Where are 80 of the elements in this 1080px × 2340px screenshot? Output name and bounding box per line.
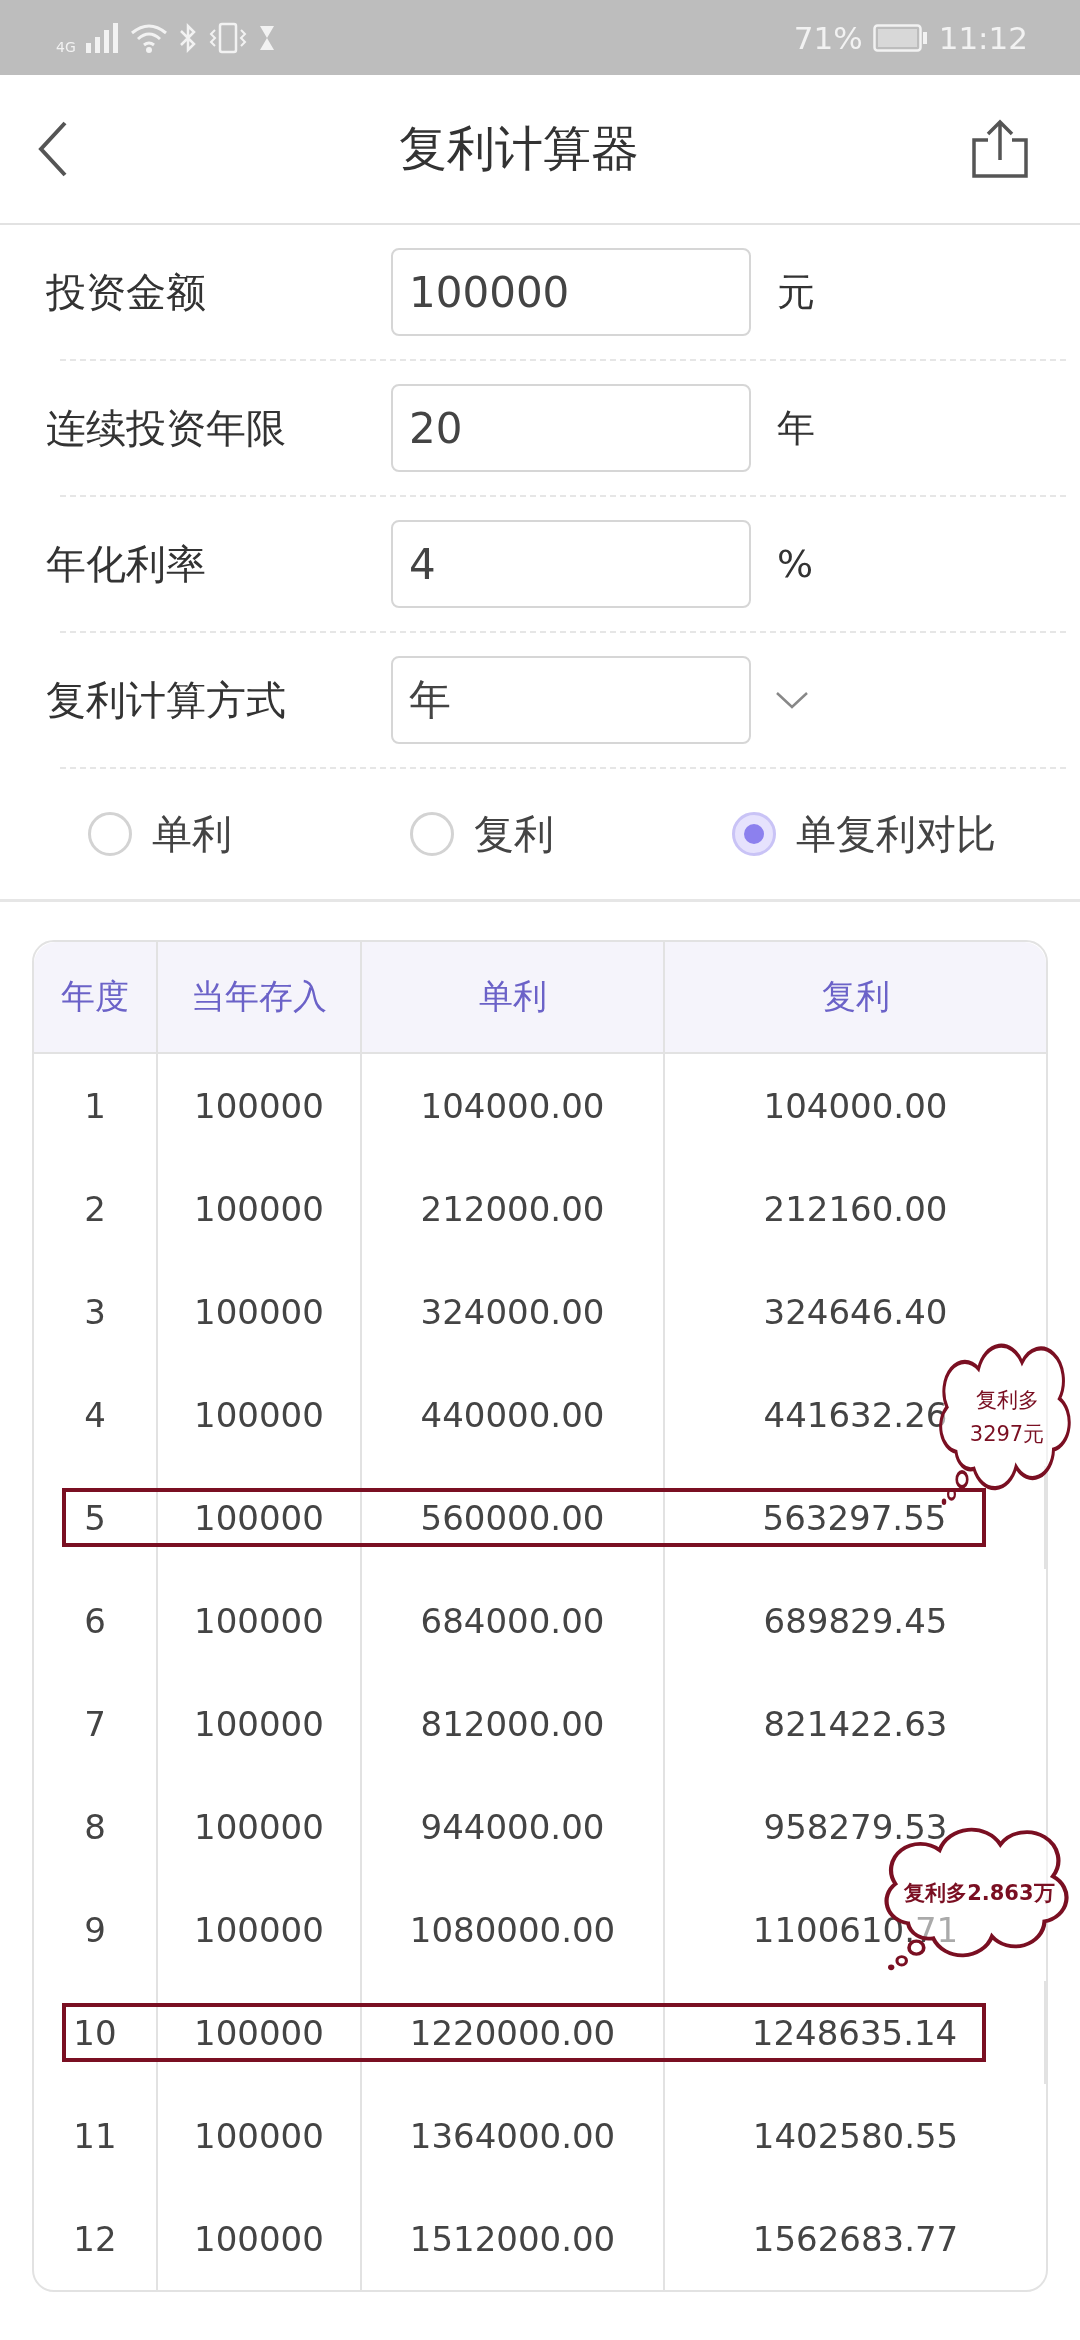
table-cell: 100000	[194, 1909, 324, 1950]
callout-text: 复利多	[975, 1386, 1039, 1414]
table-cell: 324000.00	[420, 1291, 605, 1332]
table-cell: 2	[84, 1188, 106, 1229]
table-cell: 324646.40	[763, 1291, 948, 1332]
field-label: 投资金额	[46, 267, 207, 317]
table-cell: 8	[84, 1806, 106, 1847]
table-cell: 1220000.00	[409, 2012, 616, 2053]
column-header: 年度	[34, 942, 158, 1052]
table-cell: 6	[84, 1600, 106, 1641]
share-icon[interactable]	[970, 118, 1030, 180]
column-header: 当年存入	[158, 942, 362, 1052]
table-cell: 1364000.00	[409, 2115, 616, 2156]
unit-label: %	[777, 542, 814, 586]
vibrate-icon	[207, 21, 248, 54]
table-cell: 958279.53	[763, 1806, 948, 1847]
select-field[interactable]: 年	[391, 656, 751, 744]
table-cell: 944000.00	[420, 1806, 605, 1847]
table-cell: 440000.00	[420, 1394, 605, 1435]
wifi-icon	[129, 22, 168, 53]
table-cell: 100000	[194, 1291, 324, 1332]
signal-icon	[85, 22, 120, 53]
table-cell: 684000.00	[420, 1600, 605, 1641]
table-cell: 1402580.55	[752, 2115, 959, 2156]
back-icon[interactable]	[38, 121, 68, 177]
input-field[interactable]: 4	[391, 520, 751, 608]
field-label: 复利计算方式	[46, 675, 287, 725]
page-title: 复利计算器	[399, 119, 639, 178]
table-cell: 821422.63	[763, 1703, 948, 1744]
table-cell: 100000	[194, 1188, 324, 1229]
field-label: 连续投资年限	[46, 403, 287, 453]
radio-label[interactable]: 复利	[474, 806, 554, 862]
input-field[interactable]: 20	[391, 384, 751, 472]
table-cell: 100000	[194, 2012, 324, 2053]
table-cell: 212160.00	[763, 1188, 948, 1229]
callout-text: 复利多2.863万	[904, 1879, 1055, 1907]
table-cell: 100000	[194, 1394, 324, 1435]
battery-icon	[872, 23, 929, 52]
table-cell: 104000.00	[420, 1085, 605, 1126]
table-cell: 100000	[194, 1497, 324, 1538]
table-cell: 560000.00	[420, 1497, 605, 1538]
table-cell: 563297.55	[762, 1497, 947, 1538]
table-cell: 100000	[194, 2115, 324, 2156]
unit-label: 年	[777, 404, 815, 452]
table-cell: 100000	[194, 1085, 324, 1126]
table-cell: 1562683.77	[752, 2218, 959, 2259]
table-cell: 100000	[194, 2218, 324, 2259]
radio-label[interactable]: 单复利对比	[796, 806, 996, 862]
table-cell: 4	[84, 1394, 106, 1435]
chevron-down-icon[interactable]	[775, 690, 809, 710]
field-label: 年化利率	[46, 539, 207, 589]
table-cell: 1	[84, 1085, 106, 1126]
table-cell: 104000.00	[763, 1085, 948, 1126]
table-cell: 12	[73, 2218, 117, 2259]
callout-text: 3297元	[969, 1420, 1045, 1448]
table-cell: 7	[84, 1703, 106, 1744]
bluetooth-icon	[177, 21, 198, 54]
table-cell: 11	[73, 2115, 117, 2156]
table-cell: 812000.00	[420, 1703, 605, 1744]
table-cell: 1080000.00	[409, 1909, 616, 1950]
radio-label[interactable]: 单利	[152, 806, 232, 862]
table-cell: 100000	[194, 1600, 324, 1641]
radio-button[interactable]	[410, 812, 454, 856]
radio-button[interactable]	[88, 812, 132, 856]
table-cell: 100000	[194, 1703, 324, 1744]
radio-button[interactable]	[732, 812, 776, 856]
table-cell: 212000.00	[420, 1188, 605, 1229]
table-cell: 1512000.00	[409, 2218, 616, 2259]
column-header: 复利	[820, 975, 891, 1018]
table-cell: 100000	[194, 1806, 324, 1847]
table-cell: 10	[73, 2012, 117, 2053]
table-cell: 3	[84, 1291, 106, 1332]
table-cell: 689829.45	[763, 1600, 948, 1641]
table-cell: 1248635.14	[751, 2012, 958, 2053]
table-cell: 5	[84, 1497, 106, 1538]
table-cell: 9	[84, 1909, 106, 1950]
unit-label: 元	[777, 268, 815, 316]
hourglass-icon	[257, 24, 276, 51]
input-field[interactable]: 100000	[391, 248, 751, 336]
column-header: 单利	[362, 942, 665, 1052]
